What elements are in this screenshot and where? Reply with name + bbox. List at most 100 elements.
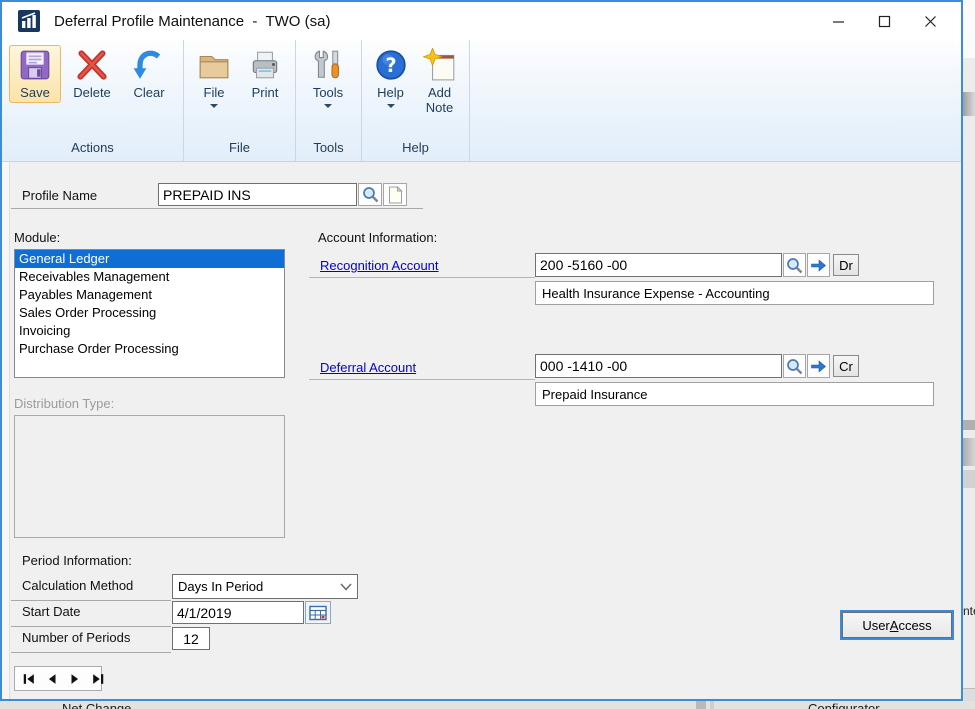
tools-dropdown-caret-icon bbox=[324, 104, 332, 108]
background-band bbox=[963, 92, 975, 116]
clear-button[interactable]: Clear bbox=[123, 45, 175, 103]
app-chart-icon bbox=[18, 10, 40, 32]
previous-record-button[interactable] bbox=[45, 672, 59, 686]
window-title: Deferral Profile Maintenance - TWO (sa) bbox=[54, 13, 330, 30]
delete-button[interactable]: Delete bbox=[66, 45, 118, 103]
background-band bbox=[963, 438, 975, 466]
distribution-type-label: Distribution Type: bbox=[14, 396, 114, 411]
calculation-method-label: Calculation Method bbox=[22, 578, 133, 593]
deferral-account-link[interactable]: Deferral Account bbox=[320, 360, 416, 375]
maximize-button[interactable] bbox=[861, 2, 907, 40]
start-date-calendar-button[interactable] bbox=[305, 601, 331, 624]
background-band bbox=[963, 0, 975, 58]
go-to-arrow-icon bbox=[810, 257, 827, 274]
module-item-receivables-management[interactable]: Receivables Management bbox=[15, 268, 284, 286]
user-access-button[interactable]: User Access bbox=[842, 612, 952, 638]
svg-text:?: ? bbox=[385, 54, 396, 77]
left-edge-strip bbox=[2, 162, 10, 699]
lookup-magnifier-icon bbox=[786, 257, 803, 274]
deferral-account-lookup-button[interactable] bbox=[783, 354, 806, 378]
profile-name-label: Profile Name bbox=[22, 188, 97, 203]
recognition-account-description: Health Insurance Expense - Accounting bbox=[535, 281, 934, 305]
folder-icon bbox=[197, 48, 231, 82]
background-window-bottom-strip: Net Change Configurator bbox=[0, 701, 975, 709]
profile-lookup-button[interactable] bbox=[358, 183, 382, 206]
separator bbox=[11, 652, 171, 653]
close-button[interactable] bbox=[907, 2, 953, 40]
deferral-profile-maintenance-window: Deferral Profile Maintenance - TWO (sa) bbox=[0, 0, 963, 701]
add-note-button[interactable]: Add Note bbox=[417, 45, 462, 117]
background-configurator-text: Configurator bbox=[808, 701, 880, 709]
save-label: Save bbox=[20, 86, 50, 101]
ribbon-group-file: File Print File bbox=[184, 40, 296, 161]
start-date-input[interactable] bbox=[172, 601, 304, 624]
chevron-down-icon bbox=[340, 583, 352, 591]
save-button[interactable]: Save bbox=[9, 45, 61, 103]
background-divider bbox=[696, 701, 706, 709]
previous-record-icon bbox=[45, 672, 59, 686]
record-navigation-bar bbox=[14, 666, 102, 691]
deferral-account-description: Prepaid Insurance bbox=[535, 382, 934, 406]
user-access-label-mnemonic: A bbox=[890, 618, 899, 633]
background-divider bbox=[710, 701, 714, 709]
printer-icon bbox=[248, 48, 282, 82]
module-listbox: General Ledger Receivables Management Pa… bbox=[14, 249, 285, 378]
background-band bbox=[963, 420, 975, 430]
window-controls bbox=[815, 2, 961, 40]
ribbon-group-label-file: File bbox=[191, 136, 288, 161]
background-window-right-sliver: nte bbox=[963, 0, 975, 709]
go-to-arrow-icon bbox=[810, 358, 827, 375]
calendar-icon bbox=[309, 605, 327, 621]
background-partial-text: nte bbox=[963, 604, 975, 618]
period-information-label: Period Information: bbox=[22, 553, 132, 568]
calculation-method-select[interactable]: Days In Period bbox=[172, 574, 358, 599]
delete-x-icon bbox=[75, 48, 109, 82]
recognition-account-lookup-button[interactable] bbox=[783, 253, 806, 277]
profile-note-button[interactable] bbox=[383, 183, 407, 206]
recognition-account-link[interactable]: Recognition Account bbox=[320, 258, 439, 273]
ribbon-group-label-tools: Tools bbox=[303, 136, 354, 161]
recognition-account-goto-button[interactable] bbox=[807, 253, 830, 277]
profile-name-input[interactable] bbox=[158, 183, 357, 206]
module-item-sales-order-processing[interactable]: Sales Order Processing bbox=[15, 304, 284, 322]
help-question-icon: ? bbox=[374, 48, 408, 82]
separator bbox=[11, 208, 423, 209]
first-record-button[interactable] bbox=[22, 672, 36, 686]
deferral-cr-button[interactable]: Cr bbox=[833, 355, 859, 377]
separator bbox=[11, 600, 171, 601]
maximize-icon bbox=[878, 15, 891, 28]
background-net-change-text: Net Change bbox=[62, 701, 131, 709]
file-label: File bbox=[204, 86, 225, 101]
deferral-account-goto-button[interactable] bbox=[807, 354, 830, 378]
ribbon-group-actions: Save Delete Clear Actions bbox=[2, 40, 184, 161]
module-item-invoicing[interactable]: Invoicing bbox=[15, 322, 284, 340]
module-item-purchase-order-processing[interactable]: Purchase Order Processing bbox=[15, 340, 284, 358]
number-of-periods-input[interactable] bbox=[172, 627, 210, 650]
background-band bbox=[963, 470, 975, 488]
recognition-dr-button[interactable]: Dr bbox=[833, 254, 859, 276]
tools-icon bbox=[311, 48, 345, 82]
print-label: Print bbox=[252, 86, 279, 101]
ribbon-group-label-help: Help bbox=[369, 136, 462, 161]
separator bbox=[309, 379, 535, 380]
module-item-general-ledger[interactable]: General Ledger bbox=[15, 250, 284, 268]
window-content: Profile Name Module: General Ledger Rece… bbox=[2, 162, 961, 699]
deferral-account-input[interactable] bbox=[535, 354, 782, 378]
first-record-icon bbox=[22, 672, 36, 686]
print-button[interactable]: Print bbox=[242, 45, 288, 103]
add-note-icon bbox=[423, 48, 457, 82]
help-menu-button[interactable]: ? Help bbox=[369, 45, 412, 110]
recognition-account-input[interactable] bbox=[535, 253, 782, 277]
file-menu-button[interactable]: File bbox=[191, 45, 237, 110]
lookup-magnifier-icon bbox=[362, 186, 379, 203]
clear-undo-icon bbox=[132, 48, 166, 82]
minimize-button[interactable] bbox=[815, 2, 861, 40]
number-of-periods-label: Number of Periods bbox=[22, 630, 130, 645]
last-record-button[interactable] bbox=[91, 672, 105, 686]
next-record-button[interactable] bbox=[68, 672, 82, 686]
next-record-icon bbox=[68, 672, 82, 686]
last-record-icon bbox=[91, 672, 105, 686]
module-item-payables-management[interactable]: Payables Management bbox=[15, 286, 284, 304]
tools-menu-button[interactable]: Tools bbox=[303, 45, 353, 110]
ribbon-group-help: ? Help Add Note Help bbox=[362, 40, 470, 161]
